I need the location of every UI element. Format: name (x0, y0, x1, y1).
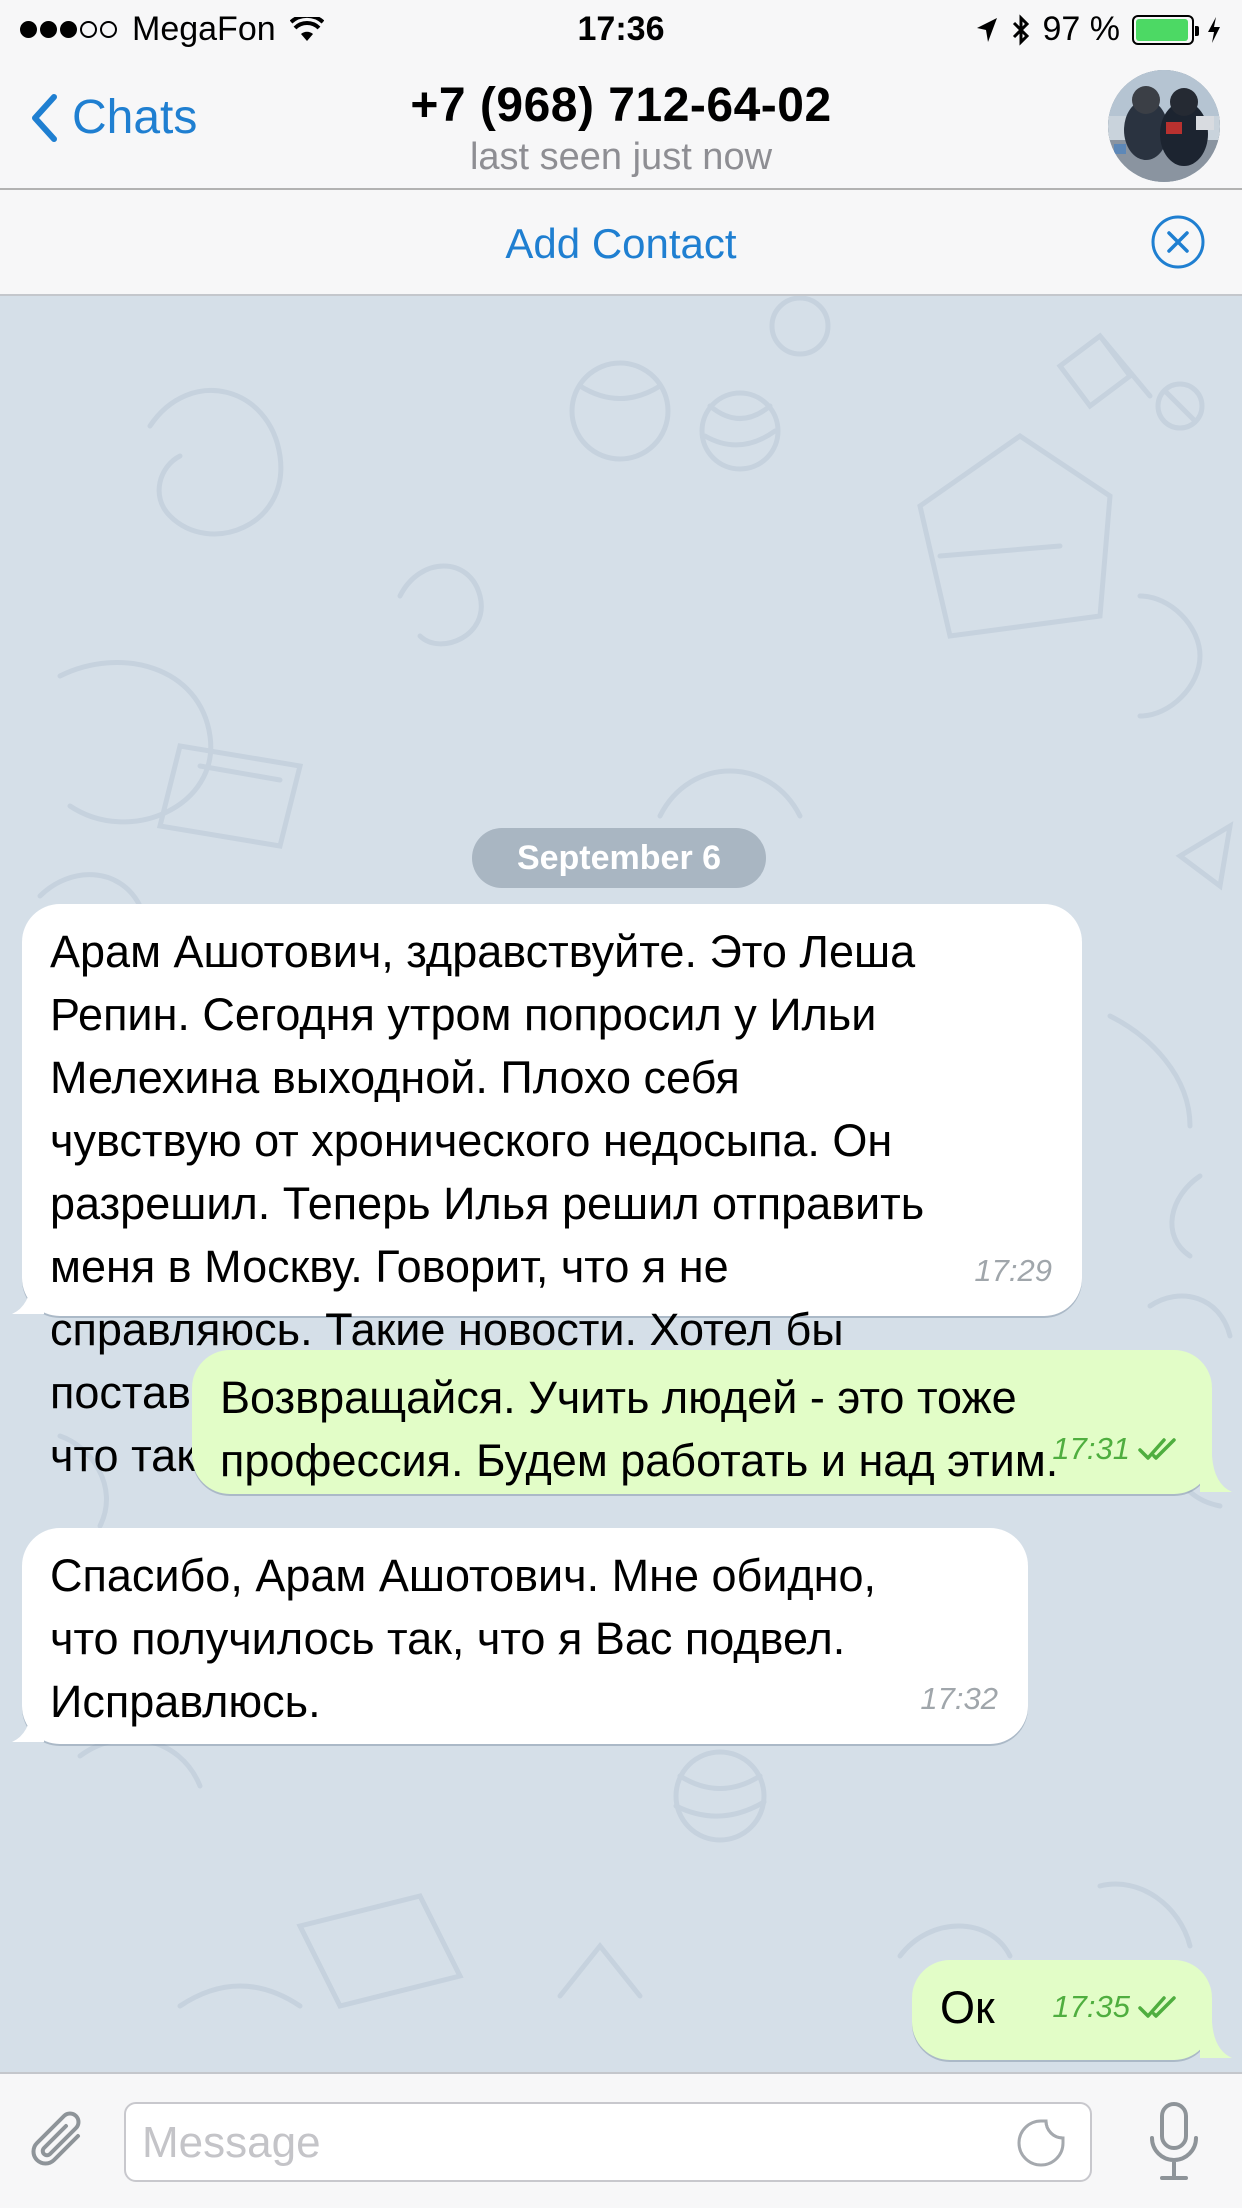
sticker-icon[interactable] (1016, 2118, 1066, 2168)
message-text: Возвращайся. Учить людей - это тоже проф… (220, 1372, 1059, 1486)
microphone-icon[interactable] (1146, 2100, 1202, 2184)
battery-icon (1132, 14, 1199, 45)
date-separator: September 6 (472, 828, 766, 888)
message-time: 17:35 (1052, 1989, 1130, 2024)
last-seen-status: last seen just now (469, 136, 773, 178)
outgoing-message[interactable]: Возвращайся. Учить людей - это тоже проф… (192, 1350, 1212, 1494)
status-bar: MegaFon 17:36 97 % (0, 0, 1242, 60)
message-time: 17:31 (1052, 1431, 1130, 1466)
message-meta: 17:35 (1052, 1975, 1182, 2038)
message-text: Спасибо, Арам Ашотович. Мне обидно, что … (50, 1550, 877, 1727)
add-contact-button[interactable]: Add Contact (0, 220, 1242, 268)
incoming-message[interactable]: Спасибо, Арам Ашотович. Мне обидно, что … (22, 1528, 1028, 1744)
incoming-message[interactable]: Арам Ашотович, здравствуйте. Это Леша Ре… (22, 904, 1082, 1481)
message-meta: 17:31 (1052, 1417, 1182, 1480)
chat-title: +7 (968) 712-64-02 (410, 79, 832, 132)
message-meta: 17:32 (920, 1667, 998, 1730)
message-meta: 17:29 (974, 1239, 1052, 1302)
navigation-bar: Chats +7 (968) 712-64-02 last seen just … (0, 60, 1242, 190)
paperclip-icon[interactable] (24, 2106, 96, 2178)
bubble-tail (12, 1278, 44, 1314)
double-check-icon (1138, 1437, 1176, 1460)
message-time: 17:29 (974, 1253, 1052, 1288)
add-contact-bar: Add Contact (0, 190, 1242, 296)
bubble-tail (12, 1706, 44, 1742)
message-field[interactable] (124, 2102, 1092, 2182)
bubble-tail (1200, 1456, 1232, 1492)
message-list[interactable]: September 6 Арам Ашотович, здравствуйте.… (0, 296, 1242, 2072)
avatar[interactable] (1108, 70, 1220, 182)
close-circle-icon[interactable] (1150, 214, 1206, 270)
charging-bolt-icon (1208, 16, 1220, 43)
battery-percent: 97 % (1042, 10, 1121, 48)
location-arrow-icon (976, 17, 997, 42)
message-time: 17:32 (920, 1681, 998, 1716)
bluetooth-icon (1012, 13, 1029, 46)
status-right: 97 % (963, 10, 1223, 49)
message-input-bar (0, 2072, 1242, 2208)
double-check-icon (1138, 1995, 1176, 2018)
message-input[interactable] (140, 2104, 1004, 2182)
bubble-tail (1200, 2022, 1232, 2058)
outgoing-message[interactable]: Ок 17:35 (912, 1960, 1212, 2060)
